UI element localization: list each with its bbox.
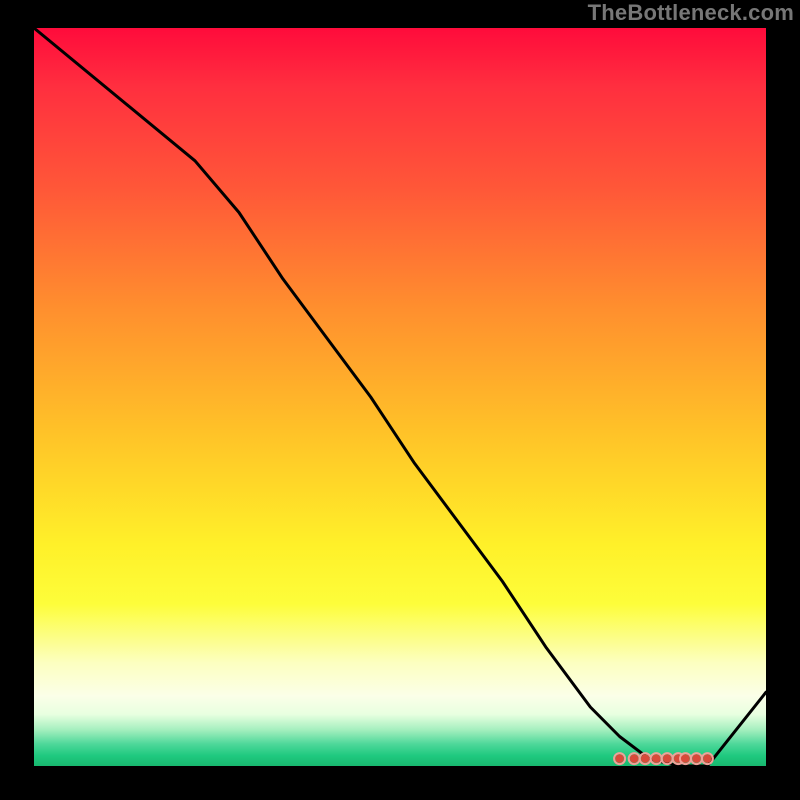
optimal-marker bbox=[704, 755, 712, 763]
optimal-marker bbox=[630, 755, 638, 763]
chart-svg bbox=[34, 28, 766, 766]
optimal-marker bbox=[663, 755, 671, 763]
optimal-marker bbox=[652, 755, 660, 763]
bottleneck-line bbox=[34, 28, 766, 766]
optimal-marker bbox=[682, 755, 690, 763]
plot-area bbox=[34, 28, 766, 766]
optimal-marker bbox=[693, 755, 701, 763]
watermark-text: TheBottleneck.com bbox=[588, 0, 794, 26]
optimal-marker bbox=[641, 755, 649, 763]
optimal-marker bbox=[616, 755, 624, 763]
chart-container: TheBottleneck.com bbox=[0, 0, 800, 800]
optimal-marker-group bbox=[614, 753, 713, 764]
